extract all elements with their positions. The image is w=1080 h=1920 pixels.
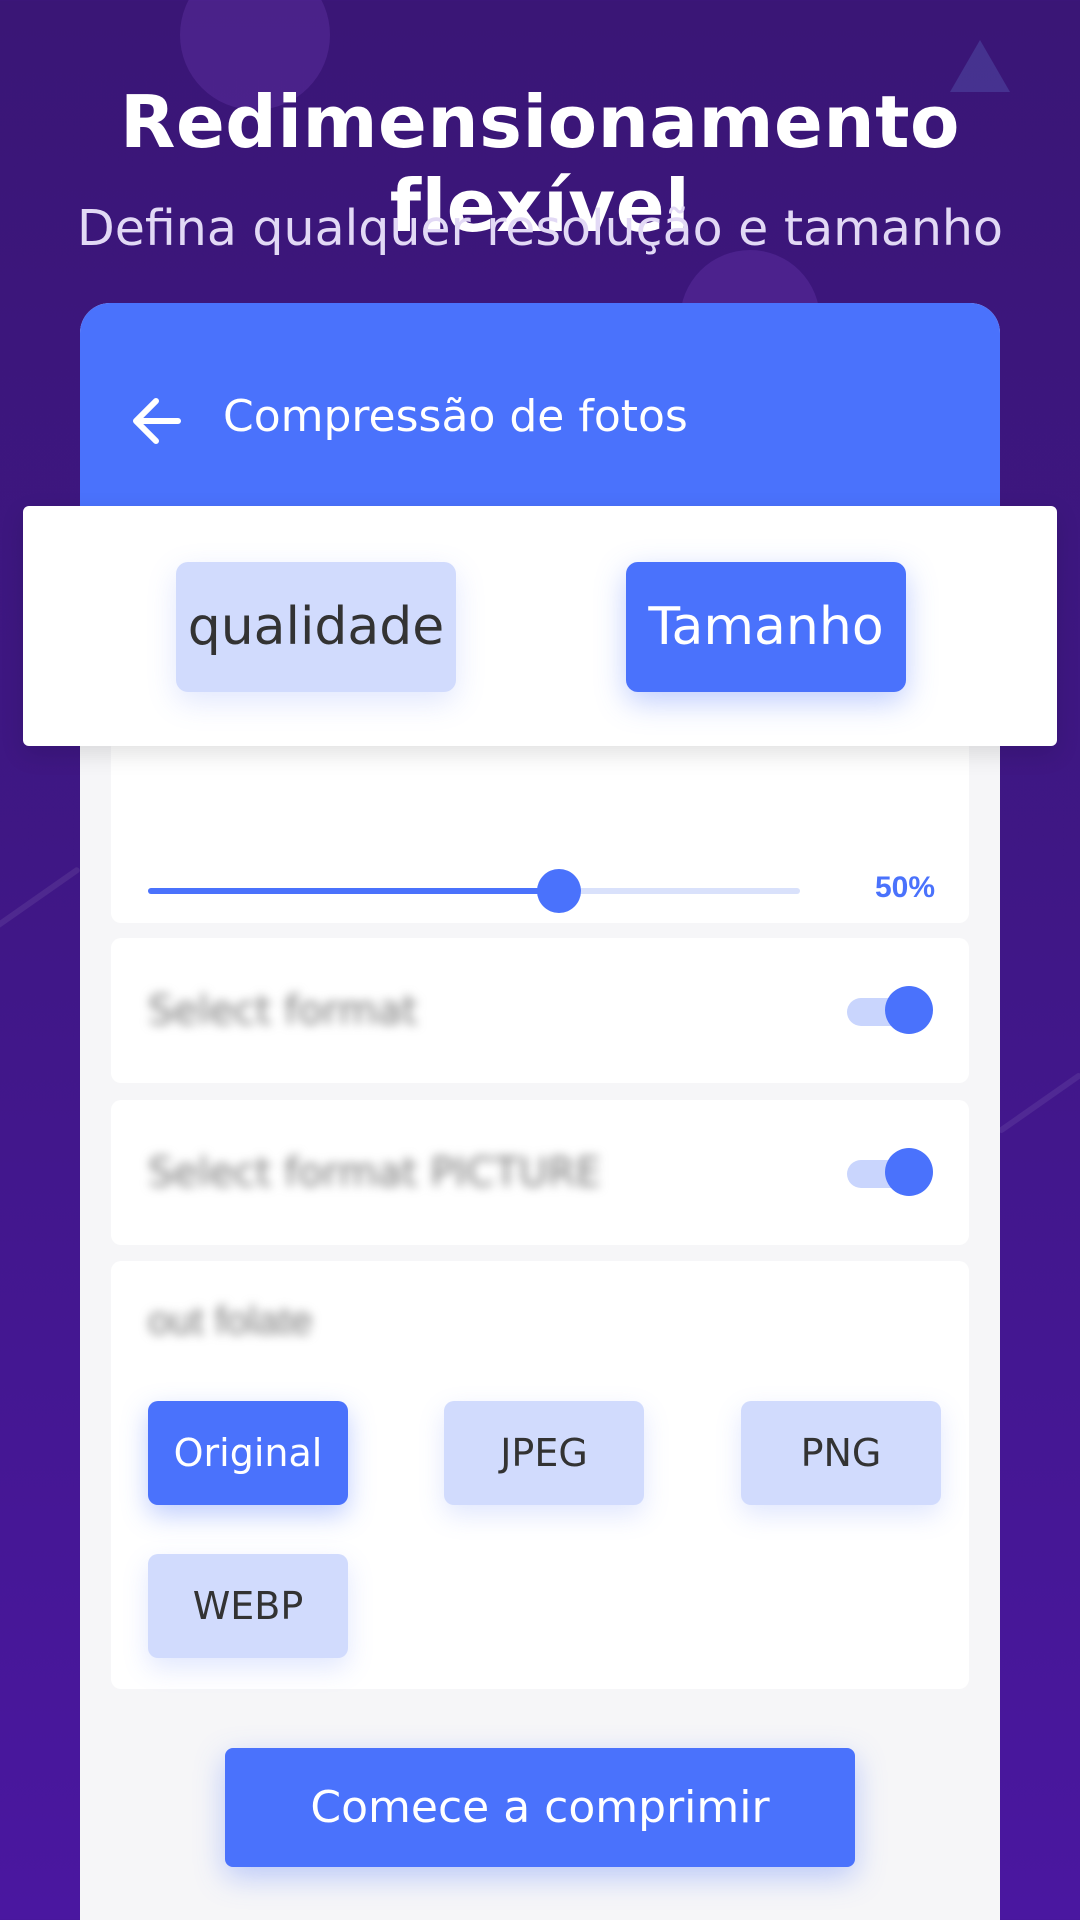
picture-format-toggle-row: Select format PICTURE [111,1100,969,1245]
format-heading: out folate [148,1299,313,1343]
tab-quality[interactable]: qualidade [176,562,456,692]
background-stroke [997,1071,1080,1135]
arrow-left-icon[interactable] [128,393,184,449]
format-toggle[interactable] [847,986,933,1034]
format-option-webp[interactable]: WEBP [148,1554,348,1658]
tab-size[interactable]: Tamanho [626,562,906,692]
compression-slider[interactable] [148,869,800,913]
format-option-jpeg[interactable]: JPEG [444,1401,644,1505]
compression-slider-panel: 50% [111,723,969,923]
mode-tabs: qualidade Tamanho [23,506,1057,746]
toggle-label: Select format [148,988,418,1034]
format-toggle-row: Select format [111,938,969,1083]
format-option-original[interactable]: Original [148,1401,348,1505]
output-format-panel: out folate Original JPEG PNG WEBP [111,1261,969,1689]
slider-fill [148,888,559,894]
slider-thumb[interactable] [536,869,581,913]
app-title: Compressão de fotos [223,391,688,442]
toggle-label: Select format PICTURE [148,1150,601,1196]
format-option-png[interactable]: PNG [741,1401,941,1505]
start-compression-button[interactable]: Comece a comprimir [225,1748,855,1867]
toggle-knob [885,1148,933,1196]
slider-value: 50% [874,871,935,904]
picture-format-toggle[interactable] [847,1148,933,1196]
promo-subtitle: Defina qualquer resolução e tamanho [77,200,1003,257]
background-stroke [0,866,81,940]
toggle-knob [885,986,933,1034]
